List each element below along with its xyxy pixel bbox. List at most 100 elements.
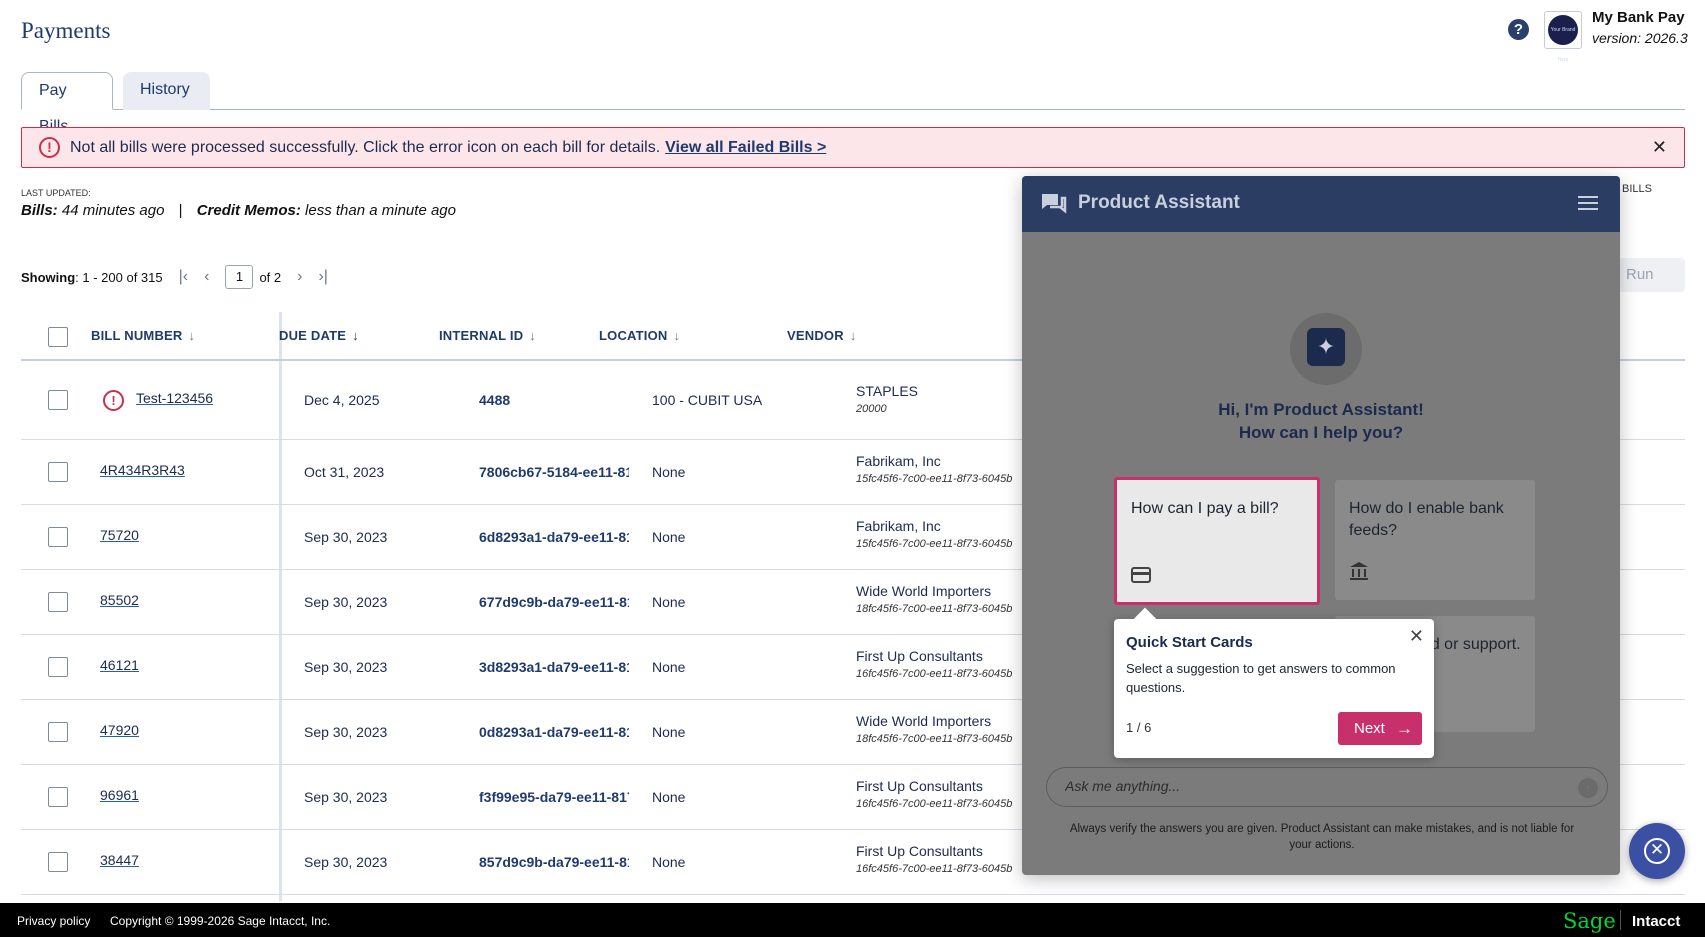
close-icon[interactable]: ✕ [1409, 626, 1424, 647]
vendor-name[interactable]: STAPLES [856, 383, 1021, 399]
column-header-bill-number[interactable]: BILL NUMBER ↓ [91, 328, 195, 343]
copyright: Copyright © 1999-2026 Sage Intacct, Inc. [110, 914, 331, 928]
tour-step-counter: 1 / 6 [1126, 720, 1152, 735]
quick-start-tour-popover: Quick Start Cards ✕ Select a suggestion … [1114, 607, 1434, 758]
vendor-name[interactable]: Wide World Importers [856, 583, 1021, 599]
location: None [652, 464, 686, 480]
bill-number[interactable]: 38447 [100, 852, 139, 868]
company-name: My Bank Pay [1592, 9, 1685, 26]
row-checkbox[interactable] [48, 787, 68, 807]
sort-arrow-icon: ↓ [849, 328, 857, 343]
row-checkbox[interactable] [48, 722, 68, 742]
next-button[interactable]: Next → [1338, 712, 1422, 745]
tour-description: Select a suggestion to get answers to co… [1126, 661, 1396, 695]
column-header-vendor[interactable]: VENDOR ↓ [787, 328, 857, 343]
vendor-name[interactable]: Fabrikam, Inc [856, 453, 1021, 469]
greeting-line-2: How can I help you? [1238, 423, 1404, 442]
view-failed-bills-link[interactable]: View all Failed Bills > [665, 139, 826, 156]
location: None [652, 724, 686, 740]
internal-id: 3d8293a1-da79-ee11-817 [479, 659, 629, 675]
error-icon[interactable]: ! [103, 390, 124, 411]
credit-card-icon [1131, 566, 1151, 588]
internal-id: 0d8293a1-da79-ee11-817 [479, 724, 629, 740]
company-switcher[interactable]: Your Brand Here [1544, 11, 1582, 63]
column-label: INTERNAL ID [439, 328, 524, 343]
row-checkbox[interactable] [48, 527, 68, 547]
internal-id: 857d9c9b-da79-ee11-817 [479, 854, 629, 870]
vendor-name[interactable]: First Up Consultants [856, 648, 1021, 664]
next-page-icon[interactable]: › [297, 268, 302, 286]
next-button-label: Next [1354, 720, 1385, 737]
location: None [652, 529, 686, 545]
prev-page-icon[interactable]: ‹ [204, 268, 209, 286]
vendor-id: 15fc45f6-7c00-ee11-8f73-6045b [856, 473, 1013, 485]
separator: | [178, 202, 183, 219]
last-page-icon[interactable]: ›| [318, 268, 327, 286]
vendor: Wide World Importers 18fc45f6-7c00-ee11-… [856, 713, 1021, 745]
location: None [652, 659, 686, 675]
vendor-name[interactable]: Wide World Importers [856, 713, 1021, 729]
vendor-name[interactable]: First Up Consultants [856, 778, 1021, 794]
vendor: Fabrikam, Inc 15fc45f6-7c00-ee11-8f73-60… [856, 518, 1021, 550]
bills-updated-value: 44 minutes ago [61, 202, 165, 219]
row-checkbox[interactable] [48, 462, 68, 482]
internal-id: 4488 [479, 392, 511, 408]
ask-input[interactable] [1065, 778, 1545, 794]
bill-number[interactable]: 85502 [100, 592, 139, 608]
internal-id: 7806cb67-5184-ee11-817 [479, 464, 629, 480]
first-page-icon[interactable]: |‹ [179, 268, 188, 286]
due-date: Sep 30, 2023 [304, 529, 388, 545]
alert-message: Not all bills were processed successfull… [70, 139, 826, 157]
last-updated-info: Bills: 44 minutes ago | Credit Memos: le… [21, 202, 456, 219]
column-header-due-date[interactable]: DUE DATE ↓ [279, 328, 359, 343]
vendor: Fabrikam, Inc 15fc45f6-7c00-ee11-8f73-60… [856, 453, 1021, 485]
row-checkbox[interactable] [48, 390, 68, 410]
column-label: VENDOR [787, 328, 844, 343]
row-checkbox[interactable] [48, 657, 68, 677]
select-all-checkbox[interactable] [48, 327, 68, 347]
vendor: First Up Consultants 16fc45f6-7c00-ee11-… [856, 778, 1021, 810]
vendor: First Up Consultants 16fc45f6-7c00-ee11-… [856, 843, 1021, 875]
help-icon[interactable]: ? [1508, 19, 1529, 40]
row-checkbox[interactable] [48, 852, 68, 872]
vendor-name[interactable]: First Up Consultants [856, 843, 1021, 859]
bills-hint: BILLS [1622, 183, 1652, 195]
column-header-internal-id[interactable]: INTERNAL ID ↓ [439, 328, 536, 343]
bill-number[interactable]: Test-123456 [136, 390, 213, 406]
assistant-close-toggle-button[interactable]: ✕ [1629, 823, 1685, 879]
hamburger-menu-icon[interactable] [1578, 196, 1598, 214]
privacy-policy-link[interactable]: Privacy policy [17, 914, 90, 928]
tab-history[interactable]: History [123, 72, 210, 110]
assistant-disclaimer: Always verify the answers you are given.… [1069, 823, 1575, 851]
row-checkbox[interactable] [48, 592, 68, 612]
bill-number[interactable]: 75720 [100, 527, 139, 543]
location: 100 - CUBIT USA [652, 392, 763, 408]
vendor-id: 18fc45f6-7c00-ee11-8f73-6045b [856, 733, 1013, 745]
due-date: Oct 31, 2023 [304, 464, 385, 480]
location: None [652, 789, 686, 805]
quick-start-card-bank-feeds[interactable]: How do I enable bank feeds? [1335, 480, 1535, 600]
page-number-input[interactable]: 1 [225, 265, 254, 289]
error-icon: ! [39, 137, 60, 158]
vendor-id: 16fc45f6-7c00-ee11-8f73-6045b [856, 668, 1013, 680]
assistant-header: Product Assistant [1022, 176, 1620, 232]
product-assistant-panel: Product Assistant ✦ Hi, I'm Product Assi… [1022, 176, 1620, 875]
ask-input-field[interactable]: ↑ [1046, 767, 1608, 807]
vendor-name[interactable]: Fabrikam, Inc [856, 518, 1021, 534]
send-icon[interactable]: ↑ [1578, 778, 1598, 798]
column-header-location[interactable]: LOCATION ↓ [599, 328, 680, 343]
bill-number[interactable]: 96961 [100, 787, 139, 803]
bill-number[interactable]: 47920 [100, 722, 139, 738]
due-date: Dec 4, 2025 [304, 392, 380, 408]
close-icon[interactable]: ✕ [1652, 137, 1667, 158]
tab-pay-bills[interactable]: Pay Bills [21, 72, 113, 135]
quick-start-card-pay-bill[interactable]: How can I pay a bill? [1114, 477, 1320, 605]
bill-number[interactable]: 46121 [100, 657, 139, 673]
sort-arrow-icon: ↓ [529, 328, 536, 343]
footer: Privacy policy Copyright © 1999-2026 Sag… [0, 903, 1705, 937]
company-logo-avatar: Your Brand Here [1548, 15, 1578, 63]
showing-range: : 1 - 200 of 315 [75, 269, 163, 285]
internal-id: 6d8293a1-da79-ee11-817 [479, 529, 629, 545]
vendor-id: 16fc45f6-7c00-ee11-8f73-6045b [856, 863, 1013, 875]
bill-number[interactable]: 4R434R3R43 [100, 462, 185, 478]
